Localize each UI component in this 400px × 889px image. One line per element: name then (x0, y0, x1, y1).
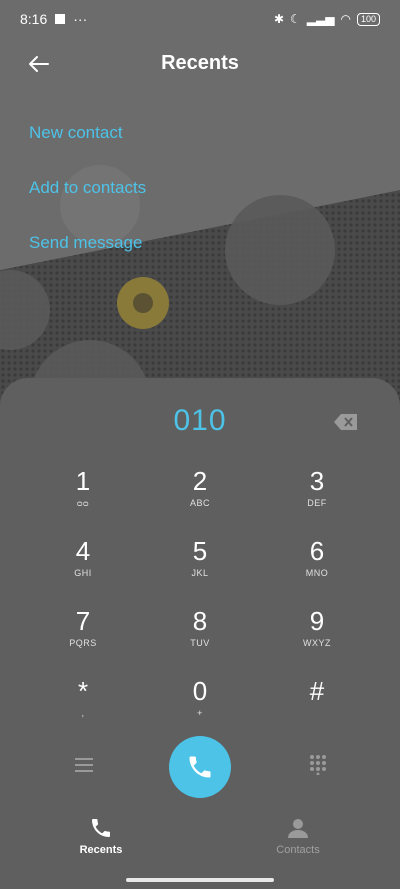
signal-icon: ▂▃▅ (306, 12, 335, 26)
key-4[interactable]: 4 GHI (28, 536, 138, 600)
status-bar: 8:16 ··· ✱ ☾ ▂▃▅ ◠ 100 (0, 0, 400, 38)
more-notifications-icon: ··· (73, 11, 88, 27)
wifi-icon: ◠ (340, 12, 351, 26)
bluetooth-icon: ✱ (273, 12, 285, 26)
key-2[interactable]: 2 ABC (145, 466, 255, 530)
tab-contacts[interactable]: Contacts (238, 816, 358, 856)
new-contact-link[interactable]: New contact (29, 123, 123, 143)
backspace-icon[interactable] (333, 412, 359, 432)
phone-icon (92, 819, 110, 837)
clock: 8:16 (20, 11, 48, 27)
header: Recents (0, 44, 400, 84)
key-5[interactable]: 5 JKL (145, 536, 255, 600)
key-hash[interactable]: # (262, 676, 372, 740)
person-icon (288, 819, 308, 838)
menu-icon[interactable] (74, 756, 94, 774)
key-0[interactable]: 0 + (145, 676, 255, 740)
moon-icon: ☾ (290, 12, 301, 26)
send-message-link[interactable]: Send message (29, 233, 142, 253)
key-star[interactable]: * , (28, 676, 138, 740)
tab-contacts-label: Contacts (276, 844, 320, 856)
phone-icon (189, 756, 211, 778)
notification-icon (55, 14, 66, 24)
voicemail-icon: ᴑᴑ (77, 498, 89, 508)
key-9[interactable]: 9 WXYZ (262, 606, 372, 670)
key-8[interactable]: 8 TUV (145, 606, 255, 670)
battery-icon: 100 (356, 12, 380, 26)
key-1[interactable]: 1 ᴑᴑ (28, 466, 138, 530)
home-indicator (126, 878, 274, 882)
add-to-contacts-link[interactable]: Add to contacts (29, 178, 146, 198)
call-button[interactable] (169, 736, 231, 798)
key-7[interactable]: 7 PQRS (28, 606, 138, 670)
dialpad-icon[interactable] (307, 753, 329, 775)
key-3[interactable]: 3 DEF (262, 466, 372, 530)
tab-recents-label: Recents (79, 844, 123, 856)
page-title: Recents (161, 52, 239, 74)
key-6[interactable]: 6 MNO (262, 536, 372, 600)
tab-recents[interactable]: Recents (41, 816, 161, 856)
